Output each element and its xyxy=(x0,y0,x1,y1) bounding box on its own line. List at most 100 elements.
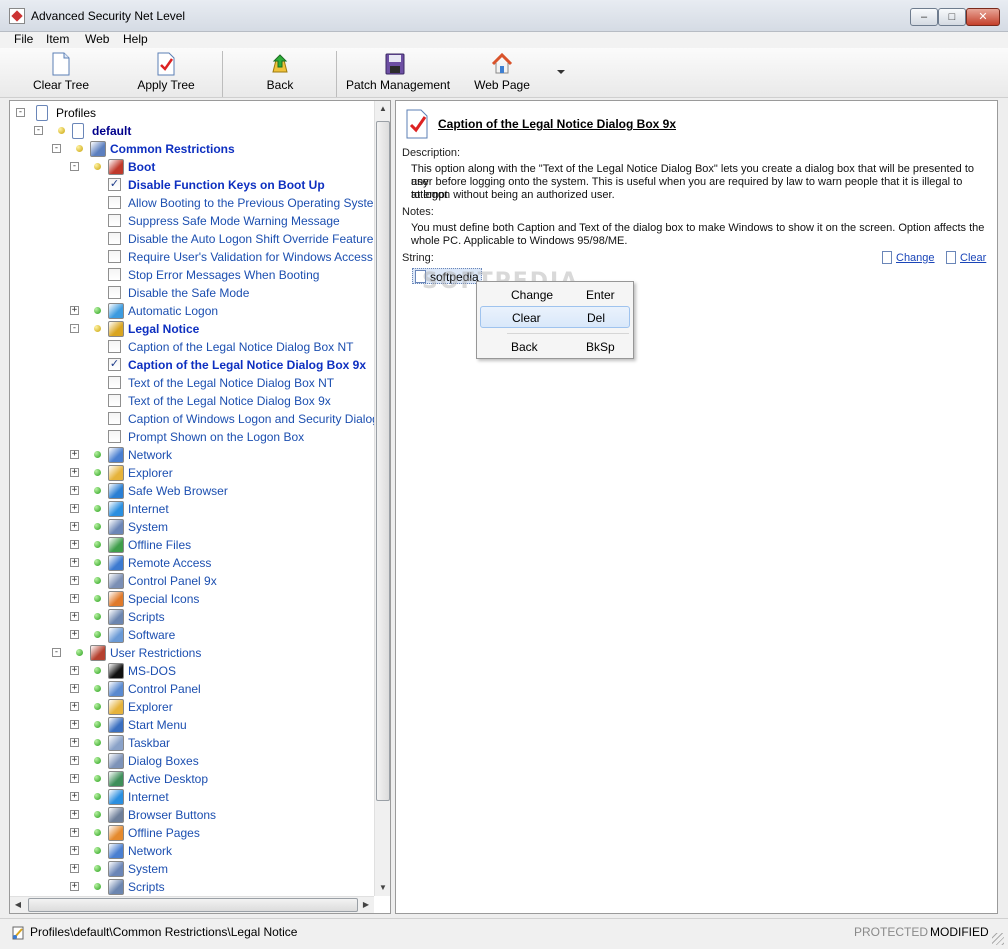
tree-row-safe-web-browser[interactable]: + Safe Web Browser xyxy=(10,482,374,500)
collapse-icon[interactable]: - xyxy=(52,648,61,657)
scroll-down-arrow-icon[interactable]: ▼ xyxy=(375,880,390,896)
tree-row-scripts[interactable]: + Scripts xyxy=(10,608,374,626)
tree-row-stop-error-messages-when-booting[interactable]: Stop Error Messages When Booting xyxy=(10,266,374,284)
option-checkbox[interactable] xyxy=(108,196,121,209)
tree-row-internet[interactable]: + Internet xyxy=(10,788,374,806)
tree-row-automatic-logon[interactable]: + Automatic Logon xyxy=(10,302,374,320)
menu-help[interactable]: Help xyxy=(123,32,148,46)
tree-row-offline-files[interactable]: + Offline Files xyxy=(10,536,374,554)
tree-row-control-panel-9x[interactable]: + Control Panel 9x xyxy=(10,572,374,590)
tree-row-dialog-boxes[interactable]: + Dialog Boxes xyxy=(10,752,374,770)
tree-row-suppress-safe-mode-warning-message[interactable]: Suppress Safe Mode Warning Message xyxy=(10,212,374,230)
menu-file[interactable]: File xyxy=(14,32,33,46)
option-checkbox[interactable] xyxy=(108,286,121,299)
expand-icon[interactable]: + xyxy=(70,720,79,729)
resize-grip-icon[interactable] xyxy=(992,933,1004,945)
expand-icon[interactable]: + xyxy=(70,828,79,837)
expand-icon[interactable]: + xyxy=(70,684,79,693)
toolbar-overflow-arrow-icon[interactable] xyxy=(557,70,565,74)
tree-vertical-scrollbar[interactable]: ▲ ▼ xyxy=(374,101,390,896)
collapse-icon[interactable]: - xyxy=(16,108,25,117)
back-button[interactable]: Back xyxy=(258,52,302,96)
web-page-button[interactable]: Web Page xyxy=(474,52,530,96)
collapse-icon[interactable]: - xyxy=(70,162,79,171)
tree-row-scripts[interactable]: + Scripts xyxy=(10,878,374,896)
tree-row-legal-notice[interactable]: - Legal Notice xyxy=(10,320,374,338)
tree-row-caption-of-windows-logon-and-security-dialog[interactable]: Caption of Windows Logon and Security Di… xyxy=(10,410,379,428)
scroll-up-arrow-icon[interactable]: ▲ xyxy=(375,101,390,117)
expand-icon[interactable]: + xyxy=(70,612,79,621)
minimize-button[interactable]: – xyxy=(910,8,938,26)
expand-icon[interactable]: + xyxy=(70,306,79,315)
expand-icon[interactable]: + xyxy=(70,576,79,585)
expand-icon[interactable]: + xyxy=(70,594,79,603)
context-change-item[interactable]: Change Enter xyxy=(480,284,630,306)
tree-row-system[interactable]: + System xyxy=(10,518,374,536)
tree-row-ms-dos[interactable]: + MS-DOS xyxy=(10,662,374,680)
collapse-icon[interactable]: - xyxy=(52,144,61,153)
change-link[interactable]: Change xyxy=(882,251,935,264)
tree-horizontal-scrollbar[interactable]: ◀ ▶ xyxy=(10,896,374,913)
option-checkbox[interactable] xyxy=(108,232,121,245)
tree-row-default[interactable]: - default xyxy=(10,122,374,140)
close-button[interactable]: ✕ xyxy=(966,8,1000,26)
menu-item[interactable]: Item xyxy=(46,32,69,46)
expand-icon[interactable]: + xyxy=(70,864,79,873)
collapse-icon[interactable]: - xyxy=(34,126,43,135)
expand-icon[interactable]: + xyxy=(70,486,79,495)
scroll-left-arrow-icon[interactable]: ◀ xyxy=(10,897,26,913)
tree-row-caption-of-the-legal-notice-dialog-box-nt[interactable]: Caption of the Legal Notice Dialog Box N… xyxy=(10,338,374,356)
clear-link[interactable]: Clear xyxy=(946,251,986,264)
collapse-icon[interactable]: - xyxy=(70,324,79,333)
expand-icon[interactable]: + xyxy=(70,792,79,801)
context-back-item[interactable]: Back BkSp xyxy=(480,336,630,358)
hscroll-thumb[interactable] xyxy=(28,898,358,912)
expand-icon[interactable]: + xyxy=(70,558,79,567)
expand-icon[interactable]: + xyxy=(70,450,79,459)
expand-icon[interactable]: + xyxy=(70,846,79,855)
tree-row-allow-booting-to-the-previous-operating-system[interactable]: Allow Booting to the Previous Operating … xyxy=(10,194,383,212)
tree-row-offline-pages[interactable]: + Offline Pages xyxy=(10,824,374,842)
tree-row-explorer[interactable]: + Explorer xyxy=(10,698,374,716)
tree-row-caption-of-the-legal-notice-dialog-box-9x[interactable]: ✓ Caption of the Legal Notice Dialog Box … xyxy=(10,356,374,374)
tree-row-text-of-the-legal-notice-dialog-box-9x[interactable]: Text of the Legal Notice Dialog Box 9x xyxy=(10,392,374,410)
option-checkbox[interactable] xyxy=(108,412,121,425)
scroll-thumb[interactable] xyxy=(376,121,390,801)
tree-row-disable-the-safe-mode[interactable]: Disable the Safe Mode xyxy=(10,284,374,302)
tree-row-common-restrictions[interactable]: - Common Restrictions xyxy=(10,140,374,158)
tree-row-start-menu[interactable]: + Start Menu xyxy=(10,716,374,734)
tree-row-boot[interactable]: - Boot xyxy=(10,158,374,176)
tree-row-disable-the-auto-logon-shift-override-feature[interactable]: Disable the Auto Logon Shift Override Fe… xyxy=(10,230,374,248)
expand-icon[interactable]: + xyxy=(70,504,79,513)
apply-tree-button[interactable]: Apply Tree xyxy=(136,52,196,96)
tree-row-explorer[interactable]: + Explorer xyxy=(10,464,374,482)
option-checkbox[interactable] xyxy=(108,376,121,389)
expand-icon[interactable]: + xyxy=(70,666,79,675)
patch-management-button[interactable]: Patch Management xyxy=(346,52,450,96)
scroll-right-arrow-icon[interactable]: ▶ xyxy=(358,897,374,913)
expand-icon[interactable]: + xyxy=(70,882,79,891)
clear-tree-button[interactable]: Clear Tree xyxy=(32,52,90,96)
expand-icon[interactable]: + xyxy=(70,756,79,765)
tree-row-browser-buttons[interactable]: + Browser Buttons xyxy=(10,806,374,824)
expand-icon[interactable]: + xyxy=(70,540,79,549)
tree-row-network[interactable]: + Network xyxy=(10,842,374,860)
expand-icon[interactable]: + xyxy=(70,738,79,747)
option-checkbox[interactable]: ✓ xyxy=(108,178,121,191)
expand-icon[interactable]: + xyxy=(70,774,79,783)
expand-icon[interactable]: + xyxy=(70,468,79,477)
expand-icon[interactable]: + xyxy=(70,522,79,531)
tree-row-taskbar[interactable]: + Taskbar xyxy=(10,734,374,752)
maximize-button[interactable]: □ xyxy=(938,8,966,26)
tree-row-active-desktop[interactable]: + Active Desktop xyxy=(10,770,374,788)
tree-row-control-panel[interactable]: + Control Panel xyxy=(10,680,374,698)
menu-web[interactable]: Web xyxy=(85,32,109,46)
option-checkbox[interactable] xyxy=(108,214,121,227)
tree-row-prompt-shown-on-the-logon-box[interactable]: Prompt Shown on the Logon Box xyxy=(10,428,374,446)
option-checkbox[interactable] xyxy=(108,394,121,407)
expand-icon[interactable]: + xyxy=(70,810,79,819)
tree-row-network[interactable]: + Network xyxy=(10,446,374,464)
tree-row-disable-function-keys-on-boot-up[interactable]: ✓ Disable Function Keys on Boot Up xyxy=(10,176,374,194)
tree-row-user-restrictions[interactable]: - User Restrictions xyxy=(10,644,374,662)
tree-row-internet[interactable]: + Internet xyxy=(10,500,374,518)
